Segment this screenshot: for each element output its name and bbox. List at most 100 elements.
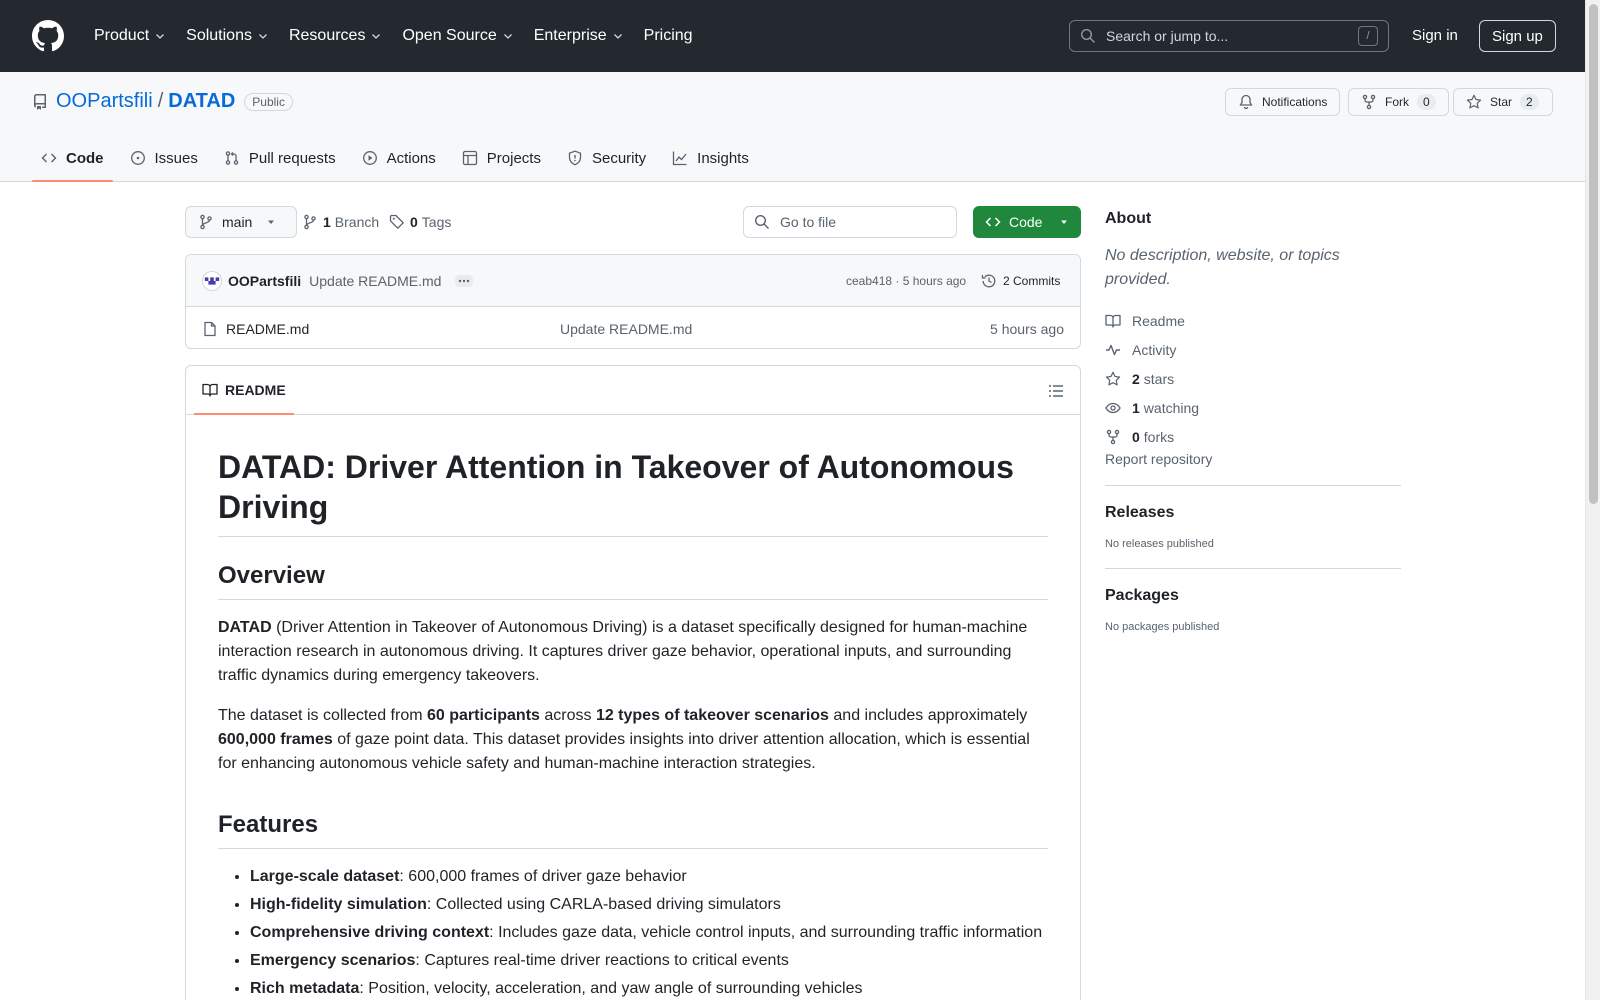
notifications-button[interactable]: Notifications (1225, 88, 1341, 116)
text: and includes approximately (828, 707, 1028, 724)
star-button[interactable]: Star 2 (1453, 88, 1553, 116)
nav-label: Product (94, 27, 150, 44)
scrollbar-thumb[interactable] (1589, 4, 1598, 504)
readme-tab[interactable]: README (194, 366, 294, 415)
list-item: Large-scale dataset: 600,000 frames of d… (250, 865, 1048, 889)
text: : Captures real-time driver reactions to… (415, 952, 789, 969)
code-icon (985, 217, 1001, 227)
fork-button[interactable]: Fork 0 (1348, 88, 1449, 116)
text: : Includes gaze data, vehicle control in… (489, 924, 1043, 941)
about-description: No description, website, or topics provi… (1105, 247, 1340, 288)
fork-count: 0 (1417, 94, 1436, 110)
star-icon (1466, 94, 1482, 109)
eye-icon (1105, 402, 1121, 413)
packages-empty-text: No packages published (1105, 621, 1220, 633)
stars-count: 2 (1132, 370, 1140, 387)
branch-count-label: Branch (334, 214, 380, 230)
file-commit-time: 5 hours ago (990, 320, 1064, 337)
code-dropdown-button[interactable]: Code (973, 206, 1081, 238)
forks-count: 0 (1132, 428, 1140, 445)
releases-heading[interactable]: Releases (1105, 504, 1401, 522)
list-unordered-icon[interactable] (1048, 383, 1064, 399)
tab-insights[interactable]: Insights (663, 134, 758, 182)
caret-down-icon (1061, 220, 1067, 224)
nav-product[interactable]: Product (86, 27, 174, 45)
tab-security[interactable]: Security (558, 134, 655, 182)
nav-solutions[interactable]: Solutions (178, 27, 277, 45)
bold-text: 60 participants (426, 707, 540, 724)
stars-link[interactable]: 2 stars (1105, 364, 1401, 393)
bold-text: Rich metadata (250, 980, 360, 997)
visibility-badge: Public (244, 92, 293, 111)
tab-issues[interactable]: Issues (121, 134, 207, 182)
bold-text: High-fidelity simulation (250, 896, 427, 913)
fork-icon (1106, 429, 1120, 444)
identicon-icon (204, 276, 220, 285)
tags-link[interactable]: 0 Tags (389, 214, 451, 230)
divider (1105, 485, 1401, 486)
commit-hash-time[interactable]: ceab418 · 5 hours ago (846, 274, 966, 288)
star-count: 2 (1520, 94, 1539, 110)
search-icon (754, 214, 769, 229)
about-heading: About (1105, 210, 1152, 227)
fork-icon (1362, 94, 1376, 110)
bell-icon (1239, 94, 1253, 110)
features-heading: Features (218, 810, 1048, 849)
notifications-label: Notifications (1262, 95, 1328, 109)
branches-link[interactable]: 1 Branch (302, 214, 379, 230)
report-repository-link[interactable]: Report repository (1105, 451, 1212, 467)
divider (1105, 568, 1401, 569)
tag-icon (389, 214, 404, 229)
watchers-link[interactable]: 1 watching (1105, 393, 1401, 422)
page-scrollbar[interactable] (1585, 0, 1600, 1000)
packages-heading[interactable]: Packages (1105, 587, 1401, 605)
nav-enterprise[interactable]: Enterprise (526, 27, 632, 45)
shield-icon (568, 150, 582, 166)
readme-panel: README DATAD: Driver Attention in Takeov… (185, 365, 1081, 1000)
features-list: Large-scale dataset: 600,000 frames of d… (218, 865, 1048, 1000)
repo-title: OOPartsfili / DATAD Public (32, 90, 293, 113)
tab-actions[interactable]: Actions (353, 134, 445, 182)
search-shortcut-key: / (1358, 26, 1378, 46)
go-to-file-input[interactable]: Go to file (743, 206, 957, 238)
file-commit-message-link[interactable]: Update README.md (560, 321, 692, 337)
nav-resources[interactable]: Resources (281, 27, 390, 45)
avatar[interactable] (202, 270, 222, 291)
forks-label: forks (1143, 428, 1175, 445)
expand-commit-ellipsis-icon[interactable] (455, 274, 474, 287)
nav-label: Resources (288, 27, 366, 44)
repo-owner-link[interactable]: OOPartsfili (56, 90, 153, 113)
go-to-file-placeholder: Go to file (780, 214, 837, 230)
git-branch-icon (304, 214, 316, 230)
readme-link[interactable]: Readme (1105, 306, 1401, 335)
github-logo-icon[interactable] (32, 20, 64, 52)
commit-message-link[interactable]: Update README.md (309, 273, 441, 289)
commits-history-link[interactable]: 2 Commits (981, 273, 1060, 289)
watching-count: 1 (1132, 399, 1140, 416)
tab-pull-requests[interactable]: Pull requests (215, 134, 345, 182)
sign-up-button[interactable]: Sign up (1479, 20, 1556, 52)
commit-author-link[interactable]: OOPartsfili (228, 273, 301, 289)
table-icon (462, 150, 477, 166)
branch-select-button[interactable]: main (185, 206, 298, 238)
activity-link[interactable]: Activity (1105, 335, 1401, 364)
tab-label: Projects (486, 149, 541, 167)
git-branch-icon (200, 214, 212, 230)
search-input[interactable]: Search or jump to... / (1069, 20, 1389, 52)
forks-link[interactable]: 0 forks (1105, 422, 1401, 451)
tab-label: Security (591, 149, 647, 167)
pull-request-icon (225, 151, 239, 165)
nav-pricing[interactable]: Pricing (636, 27, 701, 45)
text: The dataset is collected from (218, 707, 427, 724)
file-name-link[interactable]: README.md (226, 321, 309, 337)
tab-projects[interactable]: Projects (453, 134, 550, 182)
repo-icon (33, 93, 46, 110)
caret-down-icon (268, 220, 275, 224)
watching-label: watching (1143, 399, 1200, 416)
tab-label: Issues (154, 149, 198, 167)
tab-code[interactable]: Code (32, 134, 113, 182)
sign-in-link[interactable]: Sign in (1412, 27, 1458, 44)
nav-open-source[interactable]: Open Source (394, 27, 521, 45)
nav-label: Open Source (402, 27, 497, 44)
repo-name-link[interactable]: DATAD (168, 90, 235, 113)
